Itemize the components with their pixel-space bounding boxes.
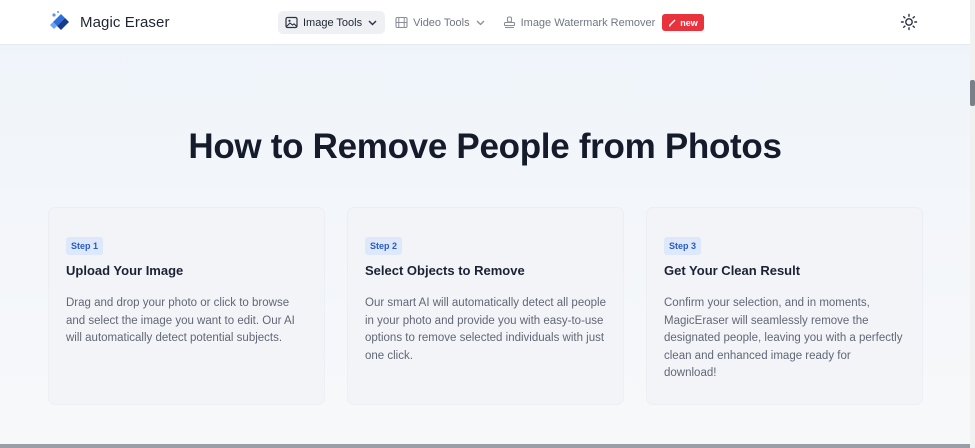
nav-image-watermark-remover-label: Image Watermark Remover xyxy=(520,16,656,29)
image-icon xyxy=(285,16,298,29)
nav-video-tools-label: Video Tools xyxy=(413,16,470,29)
step-card-3: Step 3 Get Your Clean Result Confirm you… xyxy=(647,208,922,404)
brand-logo-icon xyxy=(50,11,69,30)
step-description: Our smart AI will automatically detect a… xyxy=(365,297,606,362)
chevron-down-icon xyxy=(476,20,485,26)
step-description: Drag and drop your photo or click to bro… xyxy=(66,297,295,344)
nav-image-tools-label: Image Tools xyxy=(303,16,363,29)
chevron-down-icon xyxy=(368,20,377,26)
step-card-2: Step 2 Select Objects to Remove Our smar… xyxy=(348,208,623,404)
page-title: How to Remove People from Photos xyxy=(188,127,782,166)
main-nav: Image Tools Video Tools Image Watermark … xyxy=(278,11,714,34)
brand-name: Magic Eraser xyxy=(80,13,170,31)
horizontal-scrollbar[interactable] xyxy=(0,444,970,448)
nav-image-watermark-remover[interactable]: Image Watermark Remover new xyxy=(496,11,711,34)
brand[interactable]: Magic Eraser xyxy=(50,10,170,34)
step-card-1: Step 1 Upload Your Image Drag and drop y… xyxy=(49,208,324,404)
nav-image-tools[interactable]: Image Tools xyxy=(278,11,386,34)
step-title: Select Objects to Remove xyxy=(365,263,525,278)
step-title: Get Your Clean Result xyxy=(664,263,801,278)
step-description: Confirm your selection, and in moments, … xyxy=(664,297,903,379)
steps-list: Step 1 Upload Your Image Drag and drop y… xyxy=(49,208,922,404)
stamp-icon xyxy=(503,16,515,29)
film-icon xyxy=(395,16,408,29)
nav-video-tools[interactable]: Video Tools xyxy=(388,11,492,34)
top-header: Magic Eraser Image Tools Video Tools Ima… xyxy=(0,0,970,45)
step-badge: Step 2 xyxy=(365,237,403,255)
step-badge: Step 1 xyxy=(66,237,104,255)
step-title: Upload Your Image xyxy=(66,263,184,278)
new-badge: new xyxy=(662,14,704,31)
sun-icon[interactable] xyxy=(900,13,918,31)
pen-icon xyxy=(669,19,676,27)
step-badge: Step 3 xyxy=(664,237,702,255)
scrollbar-thumb[interactable] xyxy=(970,80,975,106)
new-badge-label: new xyxy=(680,17,698,28)
scrollbar-track[interactable] xyxy=(970,0,975,448)
